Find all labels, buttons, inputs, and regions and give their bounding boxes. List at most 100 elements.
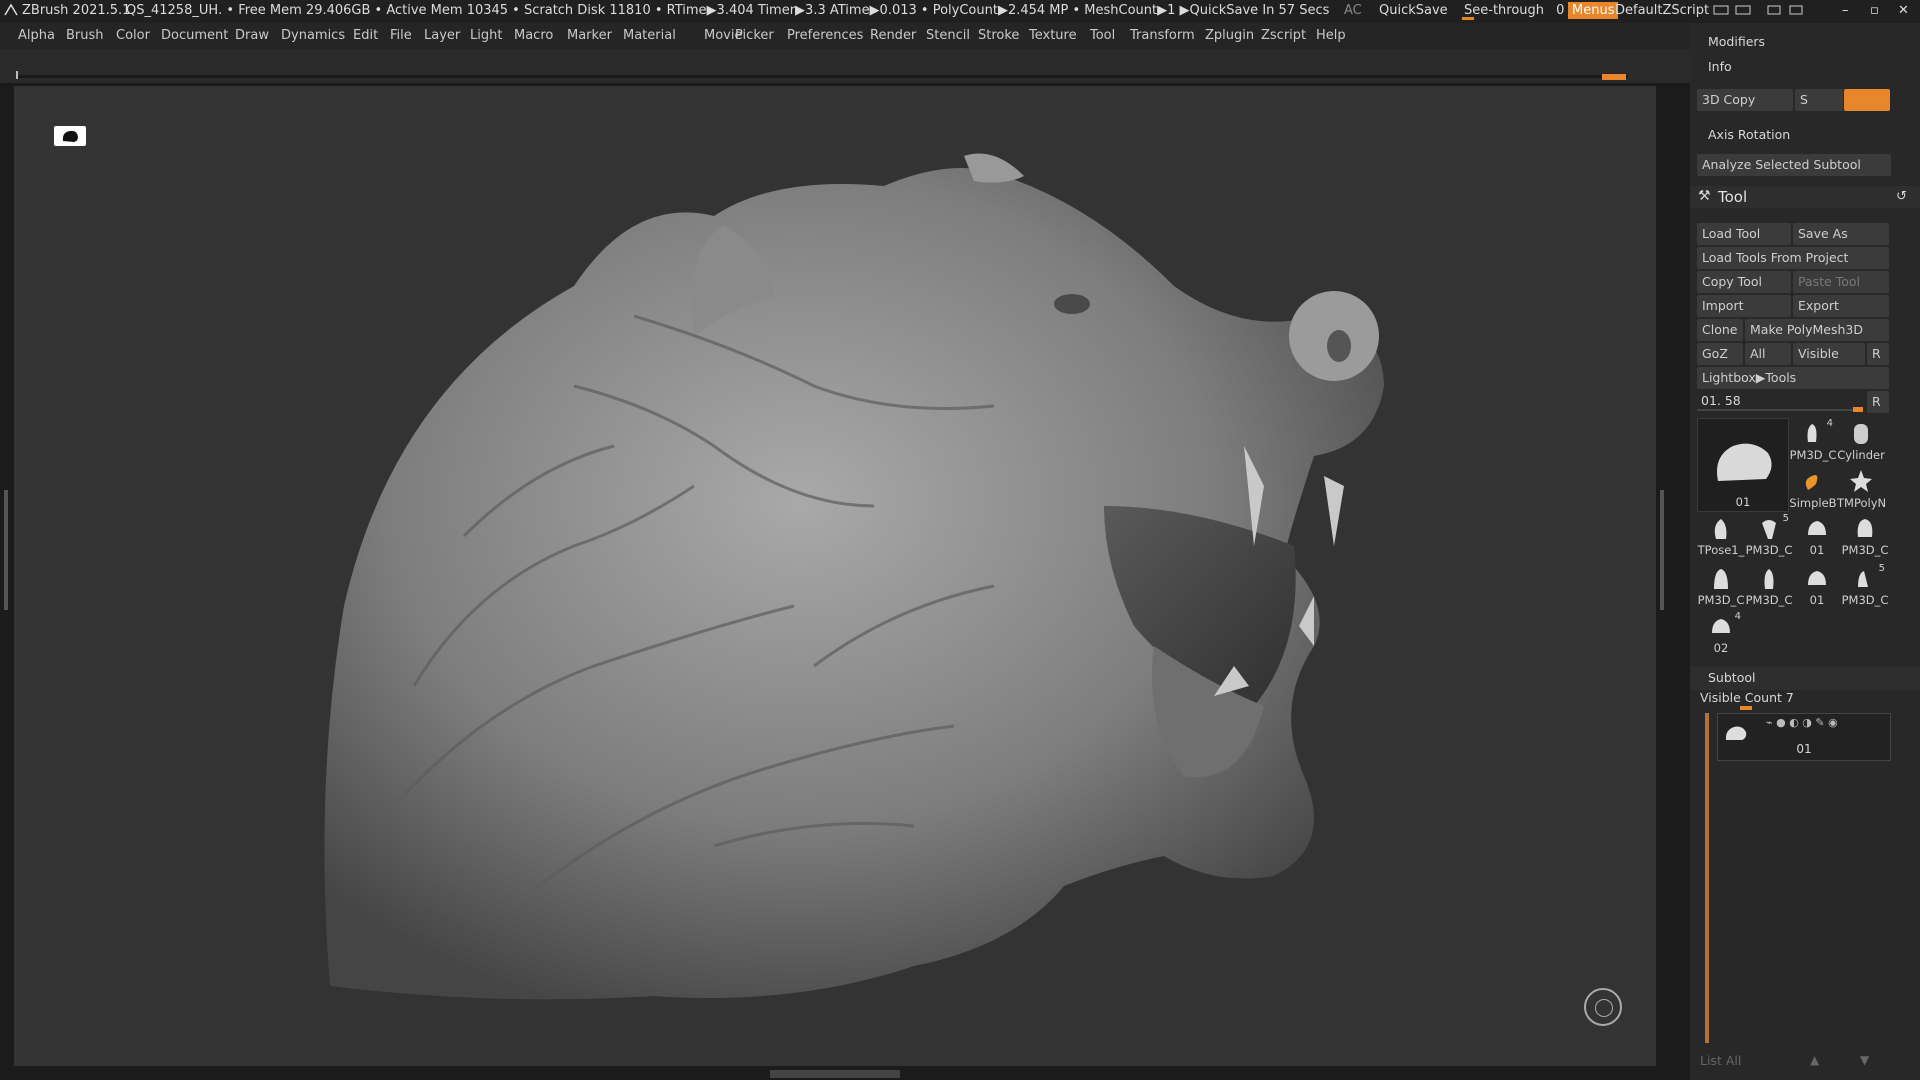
tool-thumb-badge: 5 [1782, 513, 1789, 524]
menu-picker[interactable]: Picker [735, 28, 774, 43]
menu-document[interactable]: Document [161, 28, 228, 43]
menu-transform[interactable]: Transform [1130, 28, 1195, 43]
quicksave-button[interactable]: QuickSave [1379, 3, 1448, 18]
status-stats: .. • Free Mem 29.406GB • Active Mem 1034… [214, 3, 1330, 18]
copy-tool-button[interactable]: Copy Tool [1697, 271, 1791, 293]
document-viewport[interactable] [14, 86, 1656, 1066]
tool-thumb[interactable]: PM3D_C [1697, 563, 1745, 607]
subtool-item-label: 01 [1796, 742, 1812, 756]
menu-marker[interactable]: Marker [567, 28, 612, 43]
goz-button[interactable]: GoZ [1697, 343, 1743, 365]
tool-thumb-label: PM3D_C [1841, 543, 1889, 557]
close-icon[interactable]: ✕ [1898, 3, 1909, 18]
analyze-selected-subtool-button[interactable]: Analyze Selected Subtool [1697, 154, 1891, 176]
tool-thumb[interactable]: TPose1_ [1697, 513, 1745, 557]
move-down-icon[interactable]: ▼ [1860, 1053, 1869, 1067]
tool-thumb[interactable]: PM3D_C 5 [1841, 563, 1889, 607]
top-shelf [0, 49, 1690, 83]
tool-slider-value: 01. 58 [1701, 393, 1741, 408]
layout-icons[interactable] [1712, 3, 1832, 21]
menu-macro[interactable]: Macro [514, 28, 553, 43]
tool-thumb[interactable]: PM3D_C [1745, 563, 1793, 607]
save-as-button[interactable]: Save As [1793, 223, 1889, 245]
tool-thumb[interactable]: PM3D_C [1841, 513, 1889, 557]
subtool-item[interactable]: ⌁ ● ◐ ◑ ✎ ◉ 01 [1717, 713, 1891, 761]
tool-palette-header[interactable]: ⚒ Tool ↺ [1690, 186, 1920, 208]
menu-render[interactable]: Render [870, 28, 916, 43]
load-tools-from-project-button[interactable]: Load Tools From Project [1697, 247, 1889, 269]
load-tool-button[interactable]: Load Tool [1697, 223, 1791, 245]
tool-thumb[interactable]: 01 [1793, 563, 1841, 607]
menu-material[interactable]: Material [623, 28, 676, 43]
lightbox-tools-button[interactable]: Lightbox▶Tools [1697, 367, 1889, 389]
menu-tool[interactable]: Tool [1090, 28, 1115, 43]
reset-icon[interactable]: ↺ [1896, 189, 1907, 204]
menu-help[interactable]: Help [1316, 28, 1346, 43]
menus-button[interactable]: Menus [1568, 2, 1619, 19]
menu-draw[interactable]: Draw [235, 28, 269, 43]
tool-thumb-badge: 4 [1826, 418, 1833, 429]
right-tray-handle[interactable] [1660, 490, 1664, 610]
maximize-icon[interactable]: ▫ [1870, 3, 1879, 18]
menu-layer[interactable]: Layer [424, 28, 460, 43]
tool-thumb[interactable]: PM3D_C 4 [1789, 418, 1837, 462]
import-button[interactable]: Import [1697, 295, 1791, 317]
tool-thumb[interactable]: Cylinder [1837, 418, 1885, 462]
subtool-header[interactable]: Subtool [1690, 666, 1920, 690]
3d-copy-button[interactable]: 3D Copy [1697, 89, 1793, 111]
tool-thumb[interactable]: 01 [1793, 513, 1841, 557]
menu-dynamics[interactable]: Dynamics [281, 28, 345, 43]
tool-thumb[interactable]: TMPolyN [1837, 466, 1886, 510]
menu-preferences[interactable]: Preferences [787, 28, 863, 43]
export-button[interactable]: Export [1793, 295, 1889, 317]
axis-rotation-label[interactable]: Axis Rotation [1708, 127, 1790, 142]
menu-stencil[interactable]: Stencil [926, 28, 970, 43]
tool-thumb-label: PM3D_C [1789, 448, 1837, 462]
tool-thumb-badge: 4 [1734, 611, 1741, 622]
progress-marker [1602, 74, 1626, 80]
see-through-slider[interactable]: See-through 0 [1464, 3, 1564, 18]
subtool-visibility-icons[interactable]: ⌁ ● ◐ ◑ ✎ ◉ [1766, 716, 1838, 729]
modifiers-label[interactable]: Modifiers [1708, 34, 1765, 49]
visible-count-label: Visible Count 7 [1700, 690, 1794, 705]
menu-color[interactable]: Color [116, 28, 150, 43]
move-up-icon[interactable]: ▲ [1810, 1053, 1819, 1067]
bottom-tray-handle[interactable] [770, 1070, 900, 1078]
menu-texture[interactable]: Texture [1029, 28, 1077, 43]
tool-thumb-icon [1712, 619, 1730, 633]
tool-thumb[interactable]: 02 4 [1697, 611, 1745, 655]
menu-light[interactable]: Light [470, 28, 502, 43]
default-zscript-button[interactable]: DefaultZScript [1615, 3, 1709, 18]
menu-alpha[interactable]: Alpha [18, 28, 55, 43]
s-field[interactable]: S [1795, 89, 1843, 111]
menu-edit[interactable]: Edit [353, 28, 378, 43]
info-label[interactable]: Info [1708, 59, 1732, 74]
tool-thumb[interactable]: PM3D_C 5 [1745, 513, 1793, 557]
menu-zscript[interactable]: Zscript [1261, 28, 1306, 43]
goz-r-button[interactable]: R [1867, 343, 1889, 365]
document-name: QS_41258_UH [126, 3, 219, 18]
menu-file[interactable]: File [390, 28, 412, 43]
menu-stroke[interactable]: Stroke [978, 28, 1019, 43]
make-polymesh3d-button[interactable]: Make PolyMesh3D [1745, 319, 1889, 341]
menu-zplugin[interactable]: Zplugin [1205, 28, 1254, 43]
current-tool-label: 01 [1735, 495, 1751, 509]
current-tool-thumbnail[interactable]: 01 [1697, 418, 1789, 512]
s-value-input[interactable] [1844, 89, 1890, 111]
left-tray-handle[interactable] [4, 490, 8, 610]
tool-thumb[interactable]: SimpleB [1789, 466, 1837, 510]
gizmo-orbit-icon[interactable] [1584, 988, 1622, 1026]
tool-slider-r-button[interactable]: R [1867, 391, 1889, 413]
goz-visible-button[interactable]: Visible [1793, 343, 1865, 365]
menu-brush[interactable]: Brush [66, 28, 104, 43]
clone-button[interactable]: Clone [1697, 319, 1743, 341]
right-tray: Modifiers Info 3D Copy S Axis Rotation A… [1690, 23, 1920, 1080]
minimize-icon[interactable]: – [1842, 3, 1849, 18]
goz-all-button[interactable]: All [1745, 343, 1791, 365]
tool-thumb-badge: 5 [1878, 563, 1885, 574]
ac-label[interactable]: AC [1344, 3, 1362, 18]
tool-slider[interactable]: 01. 58 [1697, 391, 1863, 413]
subtool-scrollbar[interactable] [1705, 713, 1709, 1043]
list-all-button[interactable]: List All [1700, 1053, 1741, 1068]
paste-tool-button[interactable]: Paste Tool [1793, 271, 1889, 293]
